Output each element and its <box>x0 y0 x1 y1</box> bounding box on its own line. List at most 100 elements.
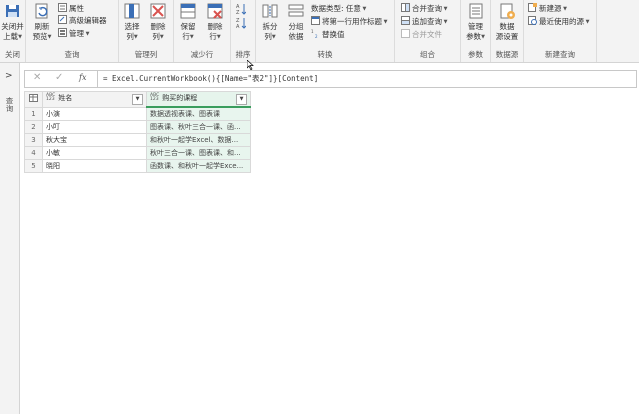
remove-cols-line1: 删除 <box>150 22 166 31</box>
replace-values-button[interactable]: 1 2 替换值 <box>311 29 345 41</box>
cell-courses[interactable]: 图表课、秋叶三合一课、函... <box>146 120 251 134</box>
remove-rows-button[interactable]: 删除 行▼ <box>203 2 227 42</box>
filter-dropdown-icon[interactable]: ▼ <box>132 94 143 106</box>
remove-columns-icon <box>149 2 167 20</box>
cell-name[interactable]: 小叮 <box>42 120 147 134</box>
cell-courses[interactable]: 数据透视表课、图表课 <box>146 106 251 121</box>
sort-descending-button[interactable]: ZA <box>236 17 247 30</box>
remove-rows-icon <box>206 2 224 20</box>
row-number: 1 <box>24 106 43 121</box>
fx-icon[interactable]: fx <box>79 73 86 82</box>
cell-courses[interactable]: 秋叶三合一课、图表课、和... <box>146 146 251 160</box>
group-label-params: 参数 <box>468 50 483 59</box>
group-transform: 拆分 列▼ 分组 依据 数据类型: 任意 ▼ 将第一行用作标题 ▼ 1 2 替换值 … <box>256 0 395 62</box>
group-by-button[interactable]: 分组 依据 <box>284 2 308 42</box>
table-row: 5 晓阳 函数课、和秋叶一起学Exce... <box>24 159 251 173</box>
split-line1: 拆分 <box>262 22 278 31</box>
group-label-combine: 组合 <box>420 50 435 59</box>
merge-queries-button[interactable]: 合并查询 ▼ <box>401 3 447 15</box>
group-combine: 合并查询 ▼ 追加查询 ▼ 合并文件 组合 <box>395 0 461 62</box>
recent-sources-button[interactable]: 最近使用的源 ▼ <box>528 16 589 28</box>
first-row-header-icon <box>311 16 320 25</box>
split-line2: 列 <box>264 32 272 41</box>
new-source-button[interactable]: 新建源 ▼ <box>528 3 567 15</box>
append-queries-button[interactable]: 追加查询 ▼ <box>401 16 447 28</box>
confirm-formula-icon[interactable]: ✓ <box>55 72 63 83</box>
advanced-editor-button[interactable]: 高级编辑器 <box>58 15 107 27</box>
manage-parameters-button[interactable]: 管理 参数▼ <box>462 2 489 42</box>
svg-text:A: A <box>236 24 240 29</box>
choose-columns-button[interactable]: 选择 列▼ <box>120 2 144 42</box>
first-row-header-label: 将第一行用作标题 <box>322 17 382 26</box>
row-number: 5 <box>24 159 43 173</box>
keep-rows-icon <box>179 2 197 20</box>
filter-dropdown-icon[interactable]: ▼ <box>236 94 247 105</box>
cell-courses[interactable]: 和秋叶一起学Excel、数据... <box>146 133 251 147</box>
group-reduce-rows: 保留 行▼ 删除 行▼ 减少行 <box>174 0 231 62</box>
keep-rows-button[interactable]: 保留 行▼ <box>176 2 200 42</box>
row-number: 2 <box>24 120 43 134</box>
column-header-courses[interactable]: ABC 123 购买的课程 ▼ <box>146 91 251 108</box>
properties-button[interactable]: 属性 <box>58 3 84 15</box>
combine-files-label: 合并文件 <box>412 30 442 39</box>
table-row: 2 小叮 图表课、秋叶三合一课、函... <box>24 120 251 134</box>
split-column-icon <box>261 2 279 20</box>
group-line2: 依据 <box>288 32 304 41</box>
formula-bar: ✕ ✓ fx = Excel.CurrentWorkbook(){[Name="… <box>24 70 637 88</box>
refresh-preview-button[interactable]: 刷新 预览▼ <box>28 2 56 42</box>
refresh-icon <box>33 2 51 20</box>
cell-name[interactable]: 小演 <box>42 106 147 121</box>
close-line2: 上载 <box>3 32 19 41</box>
group-close: 关闭并 上载▼ 关闭 <box>0 0 26 62</box>
properties-icon <box>58 3 67 12</box>
group-label-query: 查询 <box>64 50 80 59</box>
choose-cols-line1: 选择 <box>124 22 140 31</box>
append-queries-label: 追加查询 <box>412 17 442 26</box>
split-column-button[interactable]: 拆分 列▼ <box>259 2 281 42</box>
merge-queries-icon <box>401 3 410 12</box>
group-manage-columns: 选择 列▼ 删除 列▼ 管理列 <box>119 0 174 62</box>
close-and-load-button[interactable]: 关闭并 上载▼ <box>0 2 25 42</box>
cell-name[interactable]: 晓阳 <box>42 159 147 173</box>
sort-descending-icon: ZA <box>236 17 247 30</box>
recent-sources-icon <box>528 16 537 25</box>
expand-queries-icon[interactable]: > <box>5 71 13 81</box>
row-number: 3 <box>24 133 43 147</box>
cell-name[interactable]: 小敏 <box>42 146 147 160</box>
formula-input[interactable]: = Excel.CurrentWorkbook(){[Name="表2"]}[C… <box>103 73 318 84</box>
row-number: 4 <box>24 146 43 160</box>
group-line1: 分组 <box>288 22 304 31</box>
formula-separator <box>97 71 98 87</box>
group-label-new-query: 新建查询 <box>545 50 575 59</box>
combine-files-button[interactable]: 合并文件 <box>401 29 442 41</box>
data-grid-area: ABC 123 姓名 ▼ ABC 123 购买的课程 ▼ 1 小演 数据透视表课、图表课 2… <box>24 91 639 414</box>
column-header-label: 购买的课程 <box>162 94 198 102</box>
table-row: 4 小敏 秋叶三合一课、图表课、和... <box>24 146 251 160</box>
group-parameters: 管理 参数▼ 参数 <box>461 0 491 62</box>
cancel-formula-icon[interactable]: ✕ <box>33 72 41 83</box>
table-menu-icon[interactable] <box>24 91 43 108</box>
datasource-settings-button[interactable]: 数据 源设置 <box>492 2 522 42</box>
remove-columns-button[interactable]: 删除 列▼ <box>146 2 170 42</box>
column-header-name[interactable]: ABC 123 姓名 ▼ <box>42 91 147 108</box>
choose-cols-line2: 列 <box>126 32 134 41</box>
first-row-header-button[interactable]: 将第一行用作标题 ▼ <box>311 16 387 28</box>
group-label-transform: 转换 <box>317 50 333 59</box>
combine-files-icon <box>401 29 410 38</box>
datasource-line2: 源设置 <box>495 32 519 41</box>
refresh-line1: 刷新 <box>34 22 50 31</box>
refresh-line2: 预览 <box>32 32 48 41</box>
properties-label: 属性 <box>69 4 84 13</box>
column-header-label: 姓名 <box>58 94 73 103</box>
remove-rows-line1: 删除 <box>207 22 223 31</box>
cell-name[interactable]: 秋大宝 <box>42 133 147 147</box>
cell-courses[interactable]: 函数课、和秋叶一起学Exce... <box>146 159 251 173</box>
manage-button[interactable]: 管理 ▼ <box>58 28 89 40</box>
group-sort: AZ ZA 排序 <box>231 0 256 62</box>
data-type-dropdown[interactable]: 数据类型: 任意 ▼ <box>311 3 366 15</box>
datasource-settings-icon <box>498 2 516 20</box>
svg-text:2: 2 <box>315 34 318 38</box>
remove-cols-line2: 列 <box>152 32 160 41</box>
group-label-reduce-rows: 减少行 <box>190 50 214 59</box>
sort-ascending-button[interactable]: AZ <box>236 3 247 16</box>
